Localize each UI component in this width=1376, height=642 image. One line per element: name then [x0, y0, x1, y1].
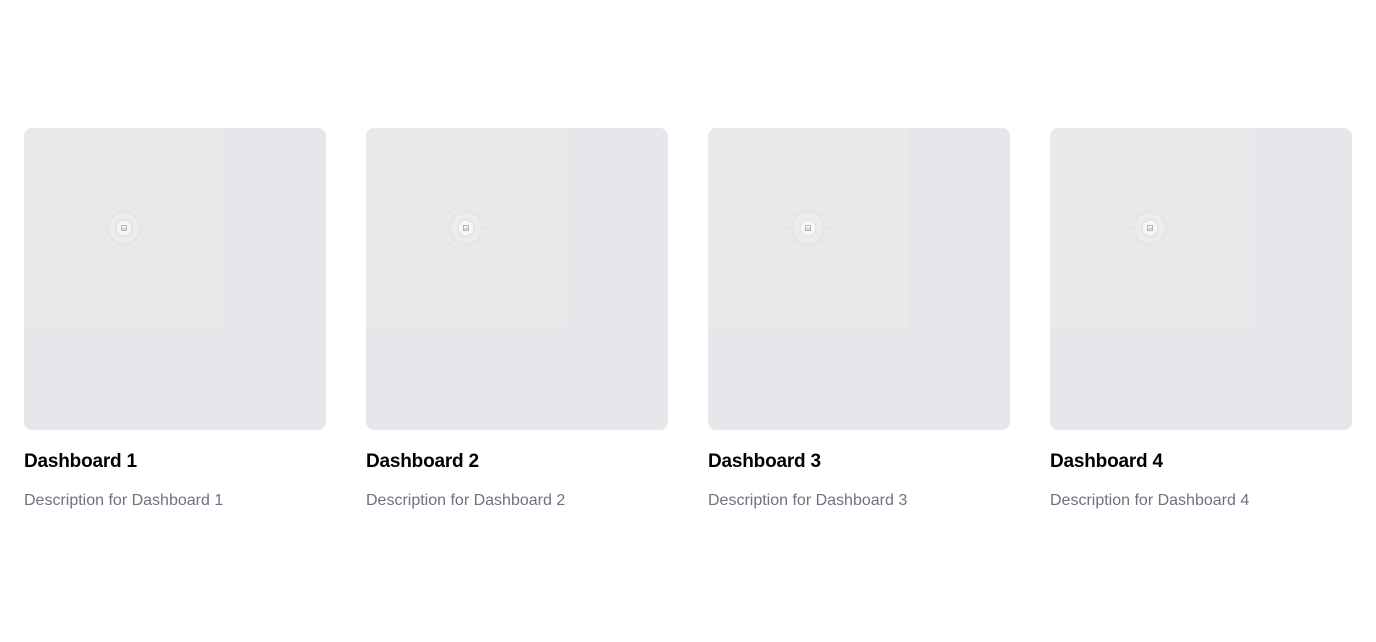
dashboard-thumbnail[interactable]: [708, 128, 1010, 430]
dashboard-description: Description for Dashboard 4: [1050, 492, 1250, 509]
image-placeholder-icon: [1127, 205, 1173, 251]
thumbnail-image-area: [24, 128, 224, 328]
dashboard-card-4[interactable]: Dashboard 4 Description for Dashboard 4: [1050, 128, 1352, 511]
thumbnail-image-area: [366, 128, 566, 328]
dashboard-thumbnail[interactable]: [24, 128, 326, 430]
image-placeholder-icon: [101, 205, 147, 251]
thumbnail-image-area: [708, 128, 908, 328]
dashboard-title[interactable]: Dashboard 4: [1050, 450, 1352, 474]
dashboard-card-2[interactable]: Dashboard 2 Description for Dashboard 2: [366, 128, 668, 511]
thumbnail-image-area: [1050, 128, 1250, 328]
image-placeholder-icon: [443, 205, 489, 251]
dashboard-card-3[interactable]: Dashboard 3 Description for Dashboard 3: [708, 128, 1010, 511]
image-placeholder-icon: [785, 205, 831, 251]
dashboard-grid: Dashboard 1 Description for Dashboard 1 …: [24, 128, 1352, 511]
dashboard-description: Description for Dashboard 2: [366, 492, 566, 509]
dashboard-description: Description for Dashboard 3: [708, 492, 908, 509]
dashboard-thumbnail[interactable]: [1050, 128, 1352, 430]
dashboard-title[interactable]: Dashboard 3: [708, 450, 1010, 474]
dashboard-title[interactable]: Dashboard 1: [24, 450, 326, 474]
dashboard-thumbnail[interactable]: [366, 128, 668, 430]
dashboard-description: Description for Dashboard 1: [24, 492, 224, 509]
dashboard-card-1[interactable]: Dashboard 1 Description for Dashboard 1: [24, 128, 326, 511]
dashboard-title[interactable]: Dashboard 2: [366, 450, 668, 474]
